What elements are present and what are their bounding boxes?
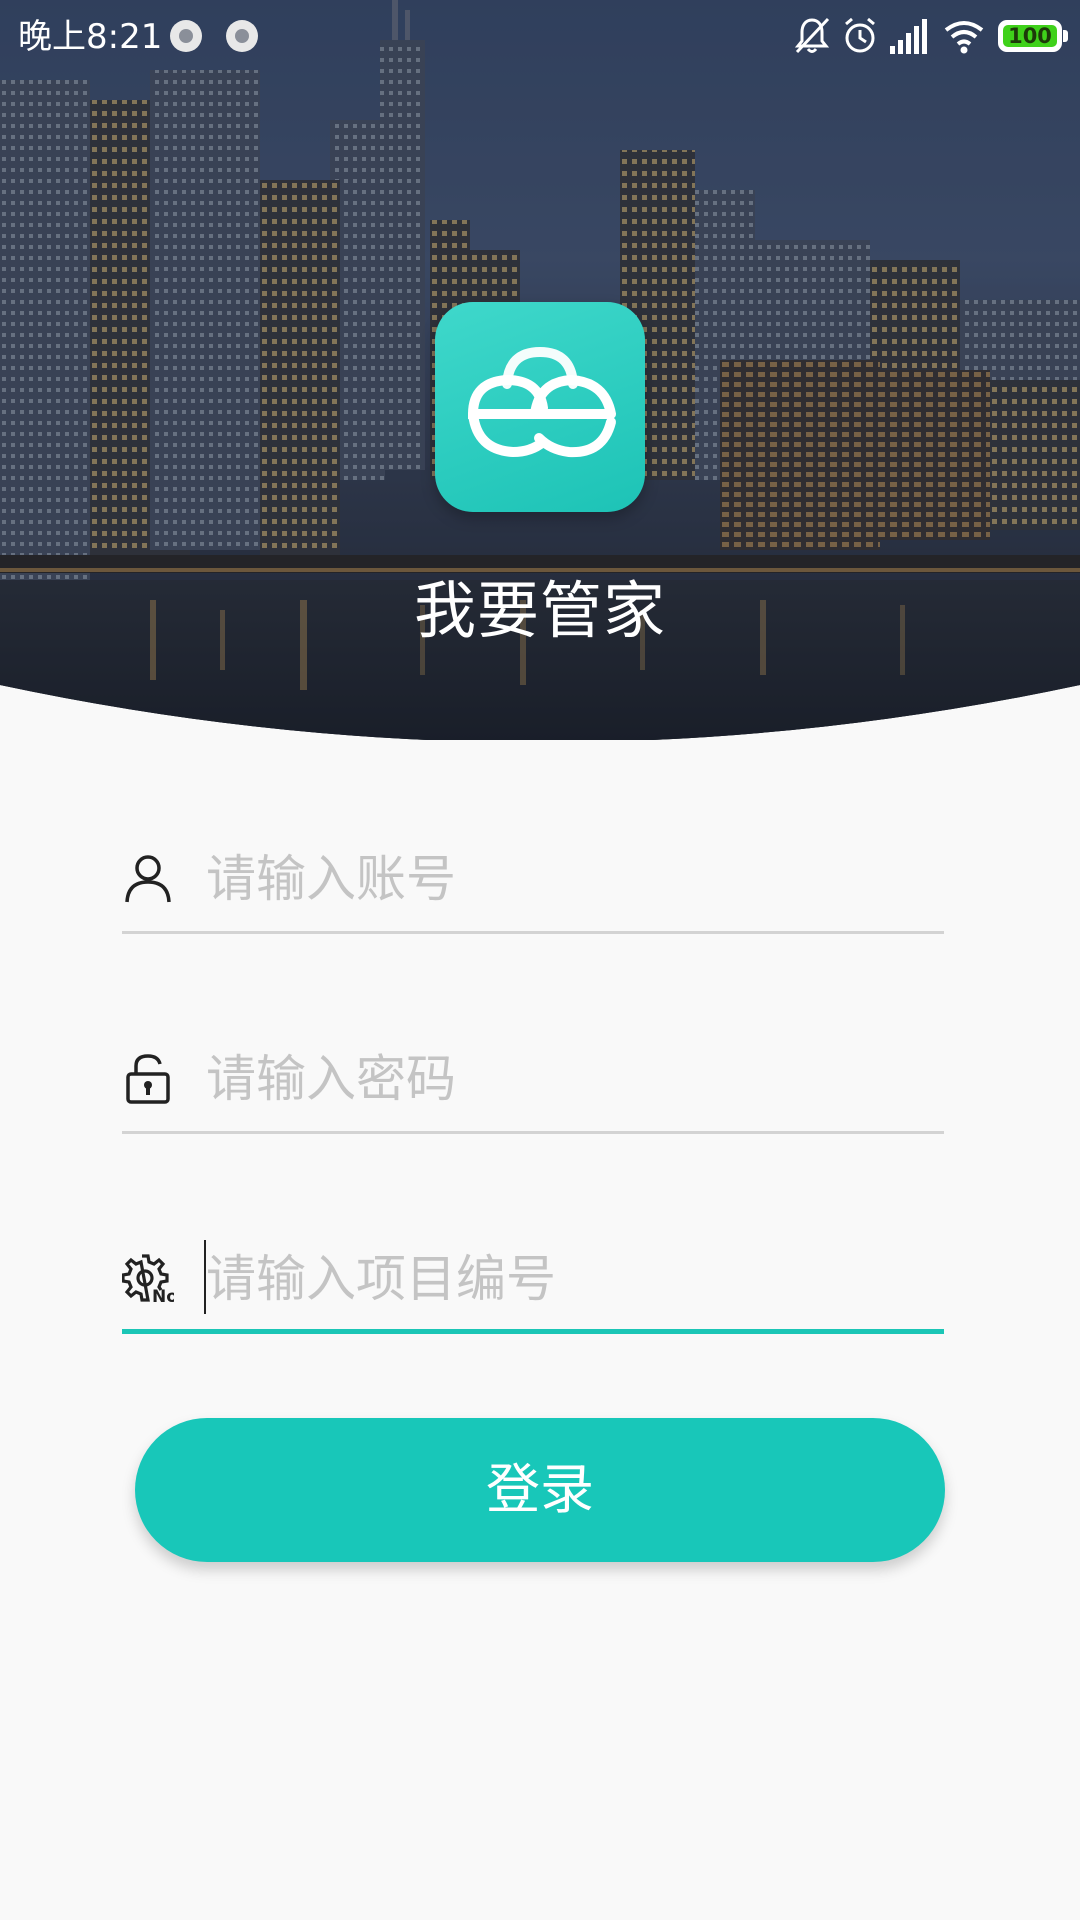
battery-level: 100 <box>1008 24 1052 48</box>
hero-header: 晚上8:21 100 我要管家 <box>0 0 1080 740</box>
password-input[interactable] <box>206 1042 936 1116</box>
project-number-field[interactable]: No <box>122 1224 944 1334</box>
password-field[interactable] <box>122 1024 944 1134</box>
gear-no-icon: No <box>122 1254 174 1304</box>
battery-icon: 100 <box>998 20 1062 52</box>
app-logo <box>435 302 645 512</box>
cloud-ee-logo <box>467 346 616 458</box>
record-dot-icon <box>226 20 258 52</box>
project-number-input[interactable] <box>206 1242 936 1316</box>
login-button[interactable]: 登录 <box>135 1418 945 1562</box>
alarm-icon <box>845 17 875 53</box>
login-screen: 晚上8:21 100 我要管家 请输入账号 No 请输入项目编号 登录 <box>0 0 1080 1920</box>
record-dot-icon <box>170 20 202 52</box>
status-time: 晚上8:21 <box>18 17 163 57</box>
app-title: 我要管家 <box>413 574 666 647</box>
signal-icon <box>890 19 927 54</box>
mute-bell-icon <box>794 17 830 54</box>
wifi-icon <box>944 21 984 54</box>
account-input[interactable] <box>206 842 936 916</box>
project-underline <box>122 1329 944 1334</box>
account-field[interactable] <box>122 824 944 934</box>
text-caret <box>204 1240 206 1314</box>
status-bar: 晚上8:21 100 <box>0 0 1080 74</box>
battery-tip <box>1063 30 1068 42</box>
password-underline <box>122 1131 944 1134</box>
svg-text:No: No <box>152 1287 174 1304</box>
lock-icon <box>126 1054 170 1104</box>
user-icon <box>125 855 171 903</box>
account-underline <box>122 931 944 934</box>
